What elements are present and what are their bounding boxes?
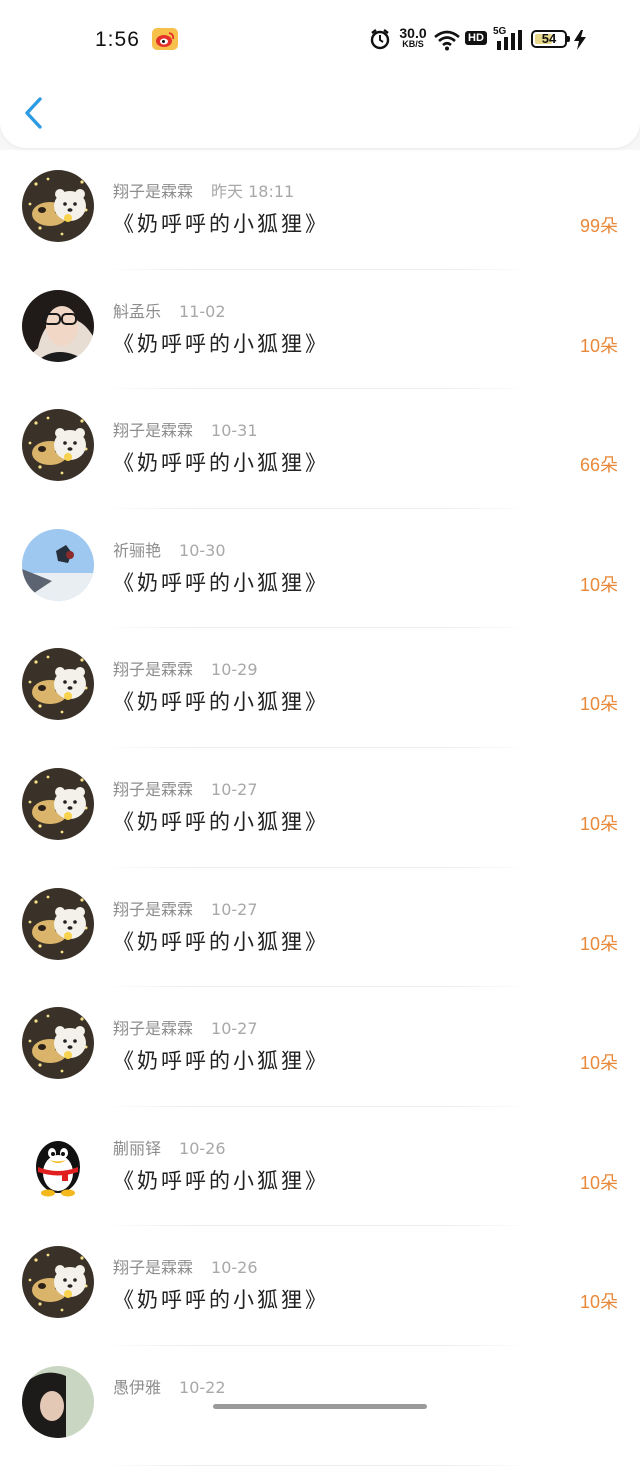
avatar[interactable]: [22, 887, 94, 960]
avatar[interactable]: [22, 409, 94, 482]
flower-count: 99朵: [579, 216, 618, 236]
alarm-icon: [370, 29, 390, 50]
sender-name: 蒯丽铎: [113, 1138, 162, 1158]
sender-name: 翔子是霖霖: [113, 421, 194, 441]
sender-name: 祈骊艳: [113, 540, 162, 560]
hd-badge: HD: [465, 31, 487, 45]
book-title: 《奶呼呼的小狐狸》: [113, 929, 329, 954]
sender-name: 翔子是霖霖: [113, 1019, 194, 1039]
avatar[interactable]: [22, 648, 94, 721]
network-speed: 30.0 KB/S: [396, 26, 430, 49]
send-date: 10-26: [211, 1258, 258, 1278]
list-item[interactable]: 翔子是霖霖 10-27 《奶呼呼的小狐狸》 10朵: [0, 987, 640, 1107]
sender-name: 翔子是霖霖: [113, 779, 194, 799]
item-meta: 祈骊艳 10-30: [113, 537, 226, 561]
book-title: 《奶呼呼的小狐狸》: [113, 570, 329, 595]
avatar[interactable]: [22, 170, 94, 242]
list-item[interactable]: 蒯丽铎 10-26 《奶呼呼的小狐狸》 10朵: [0, 1107, 640, 1227]
avatar[interactable]: [22, 289, 94, 362]
flower-count: 10朵: [579, 1172, 618, 1193]
book-title: 《奶呼呼的小狐狸》: [113, 690, 329, 715]
sender-name: 翔子是霖霖: [113, 182, 194, 201]
send-date: 10-27: [211, 1019, 258, 1039]
item-meta: 翔子是霖霖 10-29: [113, 656, 258, 680]
status-bar: 1:56 30.0 KB/S HD 5G 54: [0, 26, 640, 58]
divider: [106, 1464, 532, 1466]
item-meta: 翔子是霖霖 10-26: [113, 1254, 258, 1278]
flower-count: 10朵: [579, 335, 618, 356]
list-item[interactable]: 斛孟乐 11-02 《奶呼呼的小狐狸》 10朵: [0, 270, 640, 390]
list-item[interactable]: 翔子是霖霖 10-27 《奶呼呼的小狐狸》 10朵: [0, 868, 640, 988]
item-meta: 翔子是霖霖 10-31: [113, 417, 258, 441]
send-date: 10-26: [179, 1138, 226, 1158]
flower-count: 10朵: [579, 933, 618, 954]
send-date: 10-31: [211, 421, 258, 441]
avatar[interactable]: [22, 1246, 94, 1319]
send-date: 10-22: [179, 1377, 226, 1397]
send-date: 昨天 18:11: [211, 182, 295, 201]
book-title: 《奶呼呼的小狐狸》: [113, 1049, 329, 1074]
item-meta: 翔子是霖霖 10-27: [113, 896, 258, 920]
avatar[interactable]: [22, 1007, 94, 1080]
book-title: 《奶呼呼的小狐狸》: [113, 212, 329, 236]
sender-name: 斛孟乐: [113, 301, 162, 321]
avatar[interactable]: [22, 1365, 94, 1438]
send-date: 10-29: [211, 660, 258, 680]
weibo-icon: [152, 28, 178, 50]
sender-name: 翔子是霖霖: [113, 899, 194, 919]
network-speed-unit: KB/S: [402, 39, 424, 49]
book-title: 《奶呼呼的小狐狸》: [113, 809, 329, 834]
send-date: 10-27: [211, 899, 258, 919]
status-time: 1:56: [95, 28, 140, 51]
flower-count: 10朵: [579, 1053, 618, 1074]
item-meta: 斛孟乐 11-02: [113, 298, 226, 322]
wifi-icon: [434, 30, 460, 51]
avatar[interactable]: [22, 1126, 94, 1199]
list-item[interactable]: 翔子是霖霖 10-31 《奶呼呼的小狐狸》 66朵: [0, 389, 640, 509]
flower-count: 66朵: [579, 455, 618, 476]
top-bar: 1:56 30.0 KB/S HD 5G 54: [0, 0, 640, 148]
flower-count: 10朵: [579, 813, 618, 834]
list-item[interactable]: 翔子是霖霖 10-26 《奶呼呼的小狐狸》 10朵: [0, 1226, 640, 1346]
gift-list: 翔子是霖霖 昨天 18:11 《奶呼呼的小狐狸》 99朵 斛孟乐 11-02 《奶呼呼的小狐…: [0, 150, 640, 1466]
list-item[interactable]: 祈骊艳 10-30 《奶呼呼的小狐狸》 10朵: [0, 509, 640, 629]
book-title: 《奶呼呼的小狐狸》: [113, 1288, 329, 1313]
battery-indicator: 54: [531, 30, 570, 48]
send-date: 10-30: [179, 540, 226, 560]
flower-count: 10朵: [579, 574, 618, 595]
list-item[interactable]: 翔子是霖霖 10-27 《奶呼呼的小狐狸》 10朵: [0, 748, 640, 868]
avatar[interactable]: [22, 528, 94, 601]
book-title: 《奶呼呼的小狐狸》: [113, 451, 329, 476]
item-meta: 翔子是霖霖 昨天 18:11: [113, 178, 294, 202]
battery-level: 54: [541, 31, 557, 46]
book-title: 《奶呼呼的小狐狸》: [113, 1168, 329, 1193]
item-meta: 愚伊雅 10-22: [113, 1374, 226, 1398]
list-item[interactable]: 翔子是霖霖 10-29 《奶呼呼的小狐狸》 10朵: [0, 628, 640, 748]
send-date: 11-02: [179, 301, 226, 321]
flower-count: 10朵: [579, 1292, 618, 1313]
home-indicator[interactable]: [213, 1404, 427, 1409]
item-meta: 蒯丽铎 10-26: [113, 1135, 226, 1159]
avatar[interactable]: [22, 767, 94, 840]
sender-name: 翔子是霖霖: [113, 660, 194, 680]
send-date: 10-27: [211, 779, 258, 799]
signal-icon: [497, 30, 522, 50]
network-speed-value: 30.0: [399, 25, 427, 41]
charging-icon: [574, 30, 586, 50]
sender-name: 翔子是霖霖: [113, 1258, 194, 1278]
book-title: 《奶呼呼的小狐狸》: [113, 331, 329, 356]
list-item[interactable]: 翔子是霖霖 昨天 18:11 《奶呼呼的小狐狸》 99朵: [0, 150, 640, 270]
sender-name: 愚伊雅: [113, 1377, 162, 1397]
back-button[interactable]: [22, 96, 46, 130]
item-meta: 翔子是霖霖 10-27: [113, 1015, 258, 1039]
flower-count: 10朵: [579, 694, 618, 715]
item-meta: 翔子是霖霖 10-27: [113, 776, 258, 800]
